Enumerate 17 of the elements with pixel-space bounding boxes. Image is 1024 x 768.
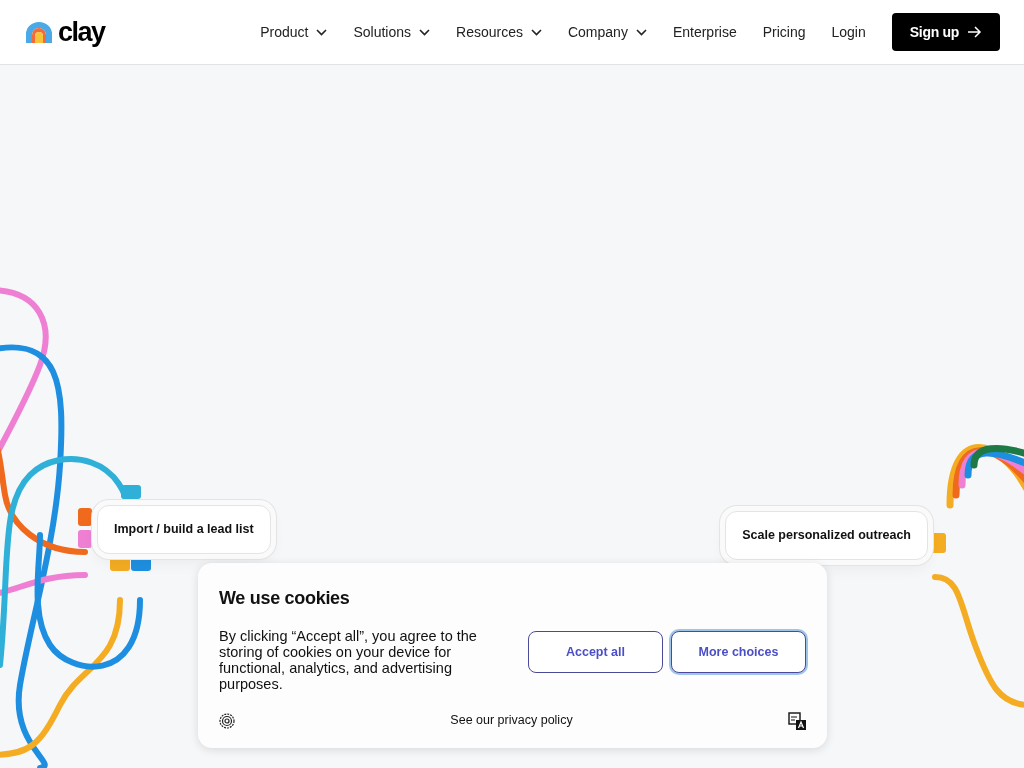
translate-icon[interactable] bbox=[788, 711, 806, 730]
nav-menu-item[interactable]: Product bbox=[260, 21, 328, 43]
fingerprint-icon[interactable] bbox=[219, 712, 235, 729]
cookie-title: We use cookies bbox=[219, 587, 351, 610]
nav-menu-item[interactable]: Company bbox=[567, 21, 647, 43]
privacy-policy-link[interactable]: See our privacy policy bbox=[450, 711, 573, 730]
cookie-button[interactable]: Accept all bbox=[528, 631, 663, 673]
sign-up-button[interactable]: Sign up bbox=[891, 13, 1000, 51]
nav-menu-item[interactable]: Solutions bbox=[353, 21, 431, 43]
arrow-right-icon bbox=[967, 26, 982, 38]
cookie-text: By clicking “Accept all”, you agree to the storing of cookies on your device for functional, analytics, and advertising purposes. bbox=[219, 628, 478, 692]
login-link[interactable]: Login bbox=[831, 21, 866, 43]
nav-menu-item[interactable]: Pricing bbox=[762, 21, 806, 43]
clay-logo[interactable]: clay bbox=[24, 11, 105, 53]
nav-menu-item[interactable]: Resources bbox=[456, 21, 542, 43]
cookie-button[interactable]: More choices bbox=[671, 631, 806, 673]
nav-menu-item[interactable]: Enterprise bbox=[672, 21, 737, 43]
